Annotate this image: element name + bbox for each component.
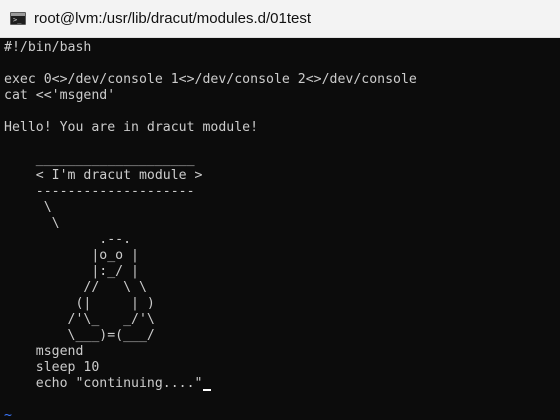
terminal-line: ____________________ [4, 152, 195, 167]
terminal-line: (| | ) [4, 296, 155, 311]
window-title: root@lvm:/usr/lib/dracut/modules.d/01tes… [34, 10, 312, 27]
terminal-line: |:_/ | [4, 264, 139, 279]
title-bar[interactable]: >_ root@lvm:/usr/lib/dracut/modules.d/01… [0, 0, 560, 38]
terminal-text-area[interactable]: #!/bin/bash exec 0<>/dev/console 1<>/dev… [0, 38, 560, 420]
terminal-icon[interactable]: >_ [10, 12, 26, 25]
terminal-line: \ [4, 216, 60, 231]
terminal-line: \ [4, 200, 52, 215]
empty-line-marker: ~ [4, 408, 12, 420]
terminal-line: // \ \ [4, 280, 147, 295]
text-cursor [202, 389, 211, 391]
terminal-line: |o_o | [4, 248, 139, 263]
terminal-line: \___)=(___/ [4, 328, 155, 343]
terminal-line: cat <<'msgend' [4, 88, 116, 103]
terminal-window: >_ root@lvm:/usr/lib/dracut/modules.d/01… [0, 0, 560, 420]
terminal-line: sleep 10 [4, 360, 100, 375]
terminal-line: Hello! You are in dracut module! [4, 120, 259, 135]
terminal-line: msgend [4, 344, 84, 359]
terminal-line-current: echo "continuing...." [4, 376, 560, 392]
terminal-line: /'\_ _/'\ [4, 312, 155, 327]
terminal-line: .--. [4, 232, 132, 247]
terminal-line: #!/bin/bash [4, 40, 92, 55]
terminal-line: exec 0<>/dev/console 1<>/dev/console 2<>… [4, 72, 417, 87]
terminal-line-text: echo "continuing...." [4, 376, 203, 391]
terminal-line: < I'm dracut module > [4, 168, 203, 183]
terminal-line: -------------------- [4, 184, 195, 199]
